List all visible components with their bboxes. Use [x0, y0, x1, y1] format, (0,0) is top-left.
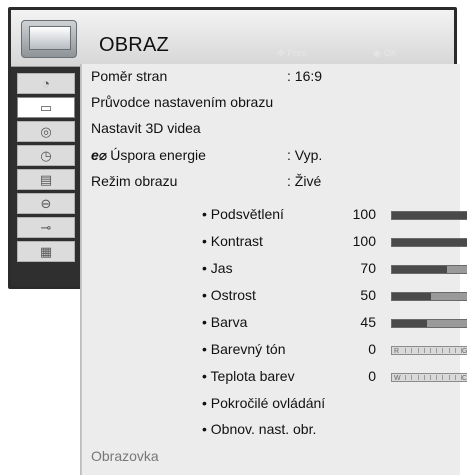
- setting-label: • Teplota barev: [202, 368, 295, 384]
- eco-energy-icon: e⌀: [91, 147, 108, 163]
- lock-icon: ⊖: [40, 195, 52, 211]
- sidebar-item-audio[interactable]: ◎: [17, 121, 75, 142]
- sidebar-item-picture[interactable]: ▭: [17, 97, 75, 118]
- sidebar-item-lock[interactable]: ⊖: [17, 193, 75, 214]
- setting-label: • Kontrast: [202, 233, 263, 249]
- level-bar: [391, 211, 467, 220]
- sharpness-item[interactable]: • Ostrost 50: [202, 287, 467, 303]
- screen-item[interactable]: Obrazovka: [91, 448, 159, 464]
- setting-label: • Podsvětlení: [202, 206, 284, 222]
- setting-label: • Barva: [202, 314, 248, 330]
- setting-value: 0: [368, 341, 376, 357]
- setting-label: • Jas: [202, 260, 233, 276]
- sidebar-item-time[interactable]: ◷: [17, 145, 75, 166]
- level-bar: [391, 319, 467, 328]
- setting-value: 70: [360, 260, 376, 276]
- menu-header: OBRAZ ✥ Přes. ◉ OK: [11, 10, 454, 67]
- level-fill: [392, 239, 467, 246]
- color-item[interactable]: • Barva 45: [202, 314, 467, 330]
- expert-control-item[interactable]: • Pokročilé ovládání: [202, 395, 325, 411]
- expert-control-label: • Pokročilé ovládání: [202, 395, 326, 411]
- energy-saving-value: : Vyp.: [287, 147, 323, 163]
- input-cable-icon: ⊸: [40, 219, 52, 235]
- setup-3d-label: Nastavit 3D videa: [91, 120, 201, 136]
- backlight-item[interactable]: • Podsvětlení 100: [202, 206, 467, 222]
- move-hint: ✥ Přes.: [277, 48, 309, 59]
- aspect-ratio-value: : 16:9: [287, 68, 323, 84]
- setting-value: 0: [368, 368, 376, 384]
- clapperboard-icon: ▦: [39, 243, 53, 259]
- menu-title: OBRAZ: [99, 34, 169, 56]
- setting-value: 45: [360, 314, 376, 330]
- setting-label: • Barevný tón: [202, 341, 286, 357]
- picture-wizard-item[interactable]: Průvodce nastavením obrazu: [91, 94, 273, 110]
- level-bar: [391, 292, 467, 301]
- tint-item[interactable]: • Barevný tón 0 R G: [202, 341, 467, 357]
- category-sidebar: ◔ ▭ ◎ ◷ ▤ ⊖ ⊸ ▦: [11, 67, 84, 286]
- tint-right-end: G: [462, 348, 467, 355]
- setting-value: 100: [352, 206, 376, 222]
- setting-value: 50: [360, 287, 376, 303]
- picture-mode-item[interactable]: Režim obrazu : Živé: [91, 173, 321, 189]
- tint-scale: R G: [391, 346, 467, 355]
- sidebar-item-options[interactable]: ▤: [17, 169, 75, 190]
- color-temperature-item[interactable]: • Teplota barev 0 W C: [202, 368, 467, 384]
- briefcase-icon: ▤: [39, 171, 53, 187]
- color-temp-scale: W C: [391, 373, 467, 382]
- picture-reset-label: • Obnov. nast. obr.: [202, 421, 317, 437]
- level-bar: [391, 265, 467, 274]
- picture-mode-label: Režim obrazu: [91, 173, 178, 189]
- tv-picture-icon: [21, 20, 77, 58]
- energy-saving-item[interactable]: e⌀ Úspora energie : Vyp.: [91, 147, 322, 164]
- picture-menu-panel: Poměr stran : 16:9 Průvodce nastavením o…: [81, 64, 467, 475]
- temp-right-end: C: [462, 375, 467, 382]
- audio-dial-icon: ◎: [40, 123, 52, 139]
- dpad-icon: ✥: [277, 48, 285, 58]
- setting-label: • Ostrost: [202, 287, 256, 303]
- satellite-dish-icon: ◔: [42, 76, 50, 91]
- picture-wizard-label: Průvodce nastavením obrazu: [91, 94, 274, 110]
- energy-saving-label: Úspora energie: [110, 147, 206, 163]
- sidebar-item-mymedia[interactable]: ▦: [17, 241, 75, 262]
- level-fill: [392, 212, 467, 219]
- brightness-item[interactable]: • Jas 70: [202, 260, 467, 276]
- sidebar-item-input[interactable]: ⊸: [17, 217, 75, 238]
- tv-picture-icon: ▭: [39, 99, 53, 115]
- sidebar-item-channels[interactable]: ◔: [17, 73, 75, 94]
- level-fill: [392, 320, 428, 327]
- level-fill: [392, 293, 431, 300]
- setting-value: 100: [352, 233, 376, 249]
- level-bar: [391, 238, 467, 247]
- aspect-ratio-label: Poměr stran: [91, 68, 168, 84]
- ok-hint-label: OK: [383, 48, 397, 58]
- contrast-item[interactable]: • Kontrast 100: [202, 233, 467, 249]
- ok-button-icon: ◉: [373, 48, 381, 58]
- ok-hint: ◉ OK: [373, 48, 397, 59]
- move-hint-label: Přes.: [287, 48, 309, 58]
- setup-3d-item[interactable]: Nastavit 3D videa: [91, 120, 201, 136]
- level-fill: [392, 266, 447, 273]
- picture-reset-item[interactable]: • Obnov. nast. obr.: [202, 421, 316, 437]
- picture-mode-value: : Živé: [287, 173, 322, 189]
- clock-icon: ◷: [40, 147, 52, 163]
- aspect-ratio-item[interactable]: Poměr stran : 16:9: [91, 68, 322, 84]
